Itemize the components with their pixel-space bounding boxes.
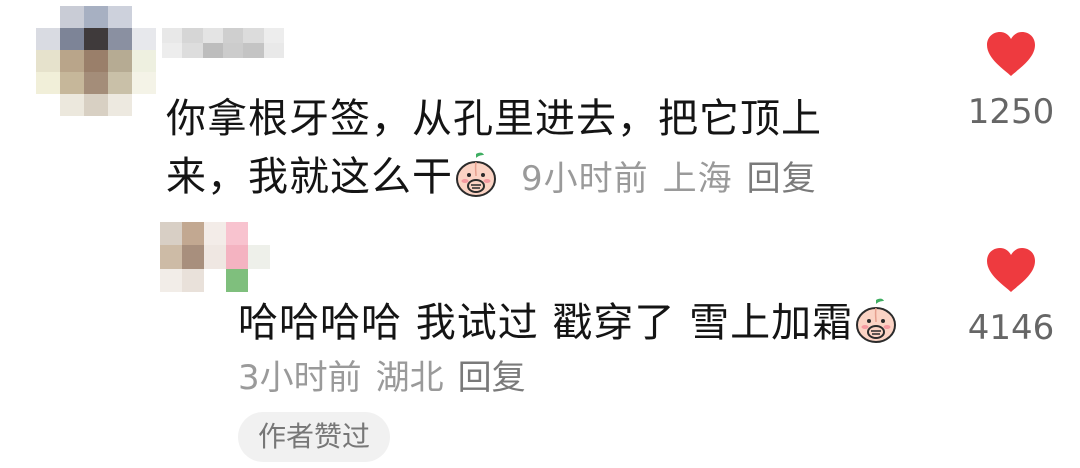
comment-text-line-2: 来，我就这么干 9小时前 上海 回复 [166, 148, 926, 208]
peach-emoji-icon [856, 298, 897, 343]
comment-text-line-1: 你拿根牙签，从孔里进去，把它顶上 [166, 96, 822, 142]
comment-text-line-2-text: 来，我就这么干 [166, 154, 453, 200]
replier-avatar[interactable] [160, 222, 270, 292]
reply-meta: 3小时前 湖北 回复 [238, 352, 540, 404]
comment-time: 9小时前 [521, 159, 649, 199]
reply-location: 湖北 [375, 358, 444, 398]
peach-emoji-icon [456, 152, 496, 197]
comment-like-count: 1250 [967, 92, 1055, 132]
heart-icon[interactable] [985, 246, 1037, 294]
reply-body: 哈哈哈哈 我试过 戳穿了 雪上加霜 [238, 294, 958, 352]
comment-location: 上海 [662, 159, 733, 199]
commenter-avatar[interactable] [36, 6, 156, 116]
reply-reply-button[interactable]: 回复 [458, 358, 526, 398]
comment-meta: 9小时前 上海 回复 [521, 159, 831, 199]
reply-like: 4146 [963, 246, 1059, 348]
author-liked-badge: 作者赞过 [238, 412, 391, 462]
comment-reply-button[interactable]: 回复 [747, 159, 817, 199]
comment-like: 1250 [963, 30, 1059, 132]
comment-thread: 你拿根牙签，从孔里进去，把它顶上 来，我就这么干 9小时前上海回复 1250 [0, 0, 1080, 468]
comment-body: 你拿根牙签，从孔里进去，把它顶上 来，我就这么干 9小时前 上海 回复 [166, 90, 926, 208]
reply-text: 哈哈哈哈 我试过 戳穿了 雪上加霜 [238, 300, 854, 346]
commenter-name-blurred[interactable] [162, 28, 284, 58]
heart-icon[interactable] [985, 30, 1037, 78]
reply-like-count: 4146 [967, 308, 1055, 348]
reply-time: 3小时前 [238, 358, 362, 398]
